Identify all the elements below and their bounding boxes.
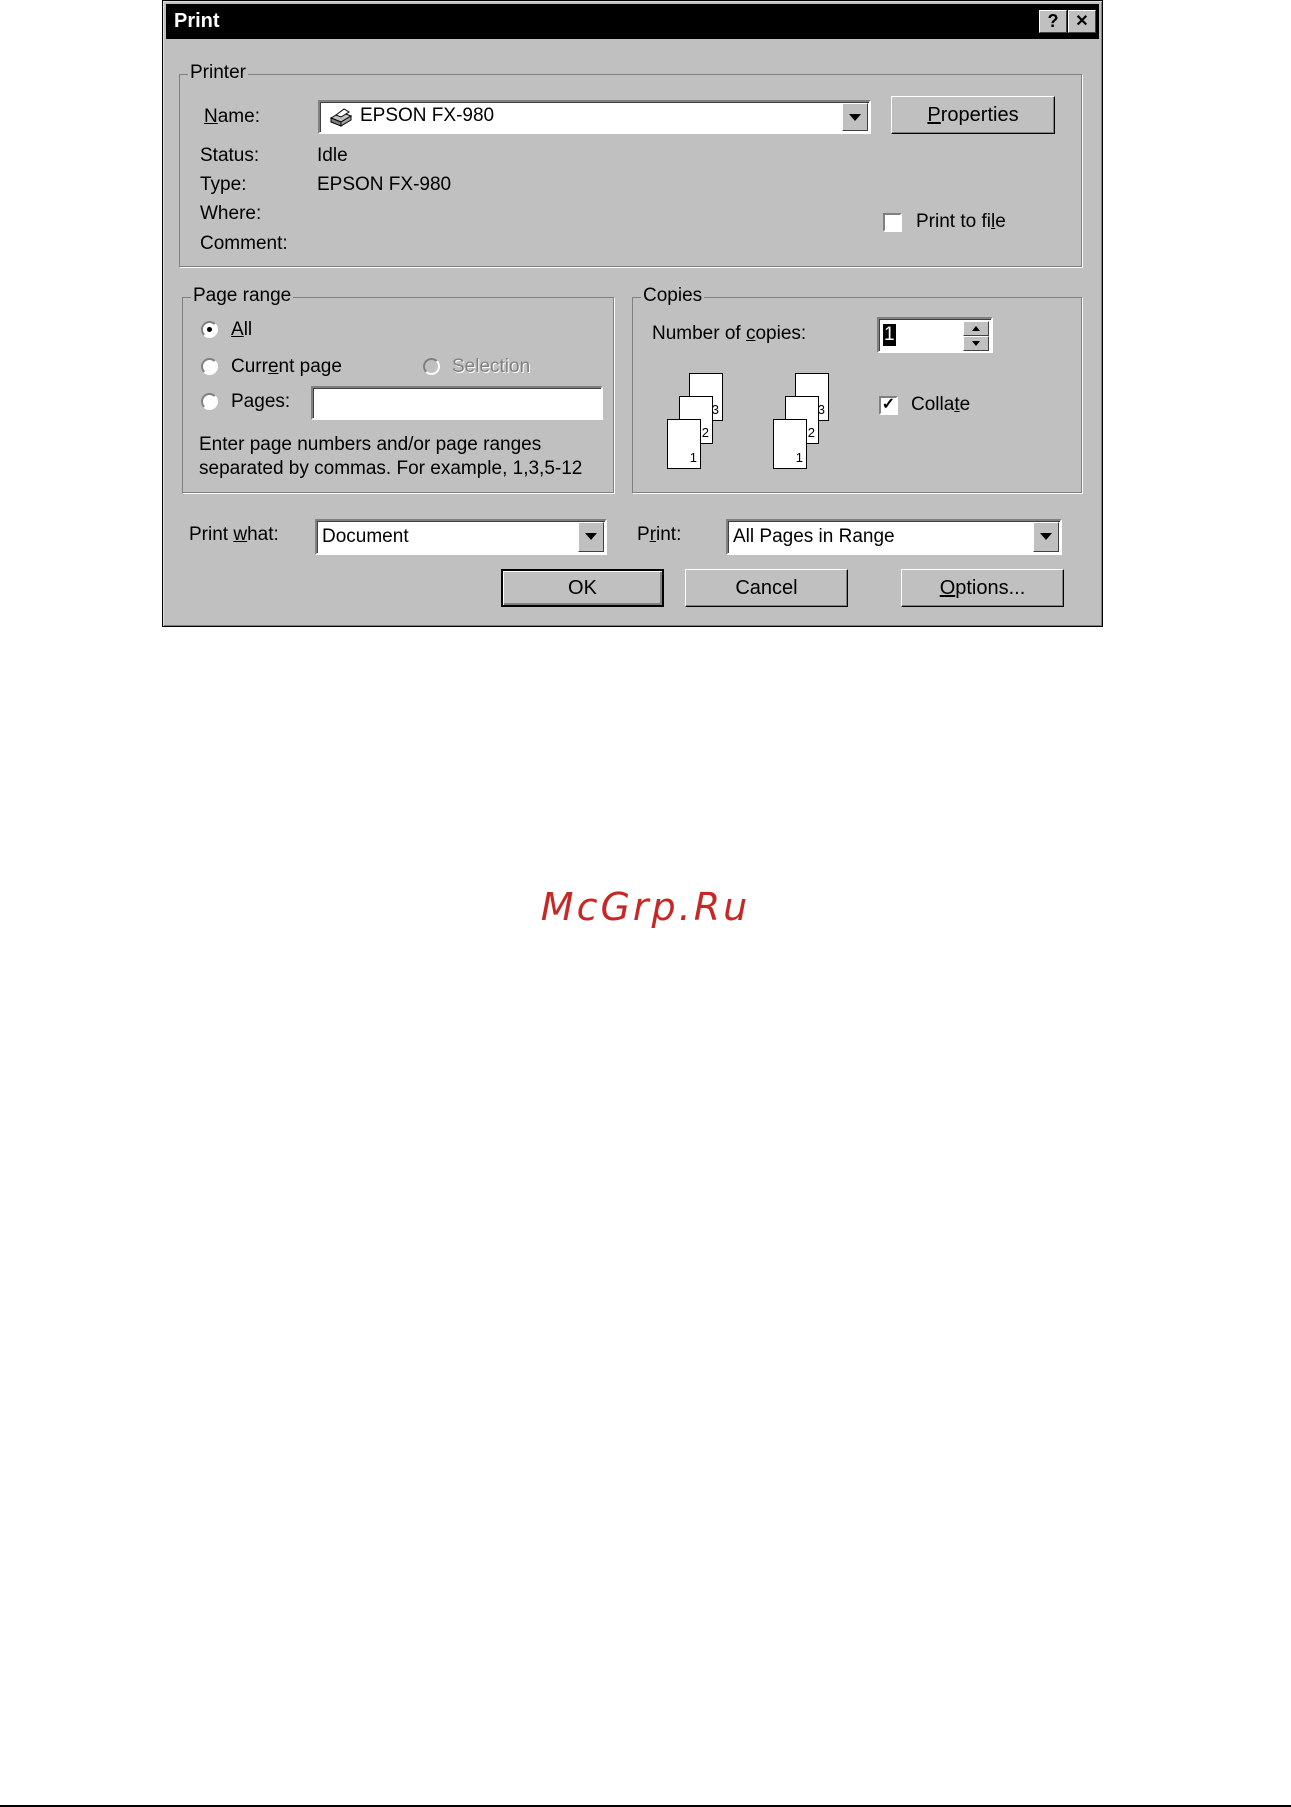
- current-page-radio[interactable]: [201, 358, 218, 375]
- all-label[interactable]: All: [231, 319, 252, 341]
- copies-input-value: 1: [883, 324, 896, 346]
- spin-up-icon[interactable]: [963, 321, 989, 336]
- print-value: All Pages in Range: [733, 526, 895, 547]
- print-what-value: Document: [322, 526, 409, 547]
- copies-input[interactable]: 1: [877, 317, 993, 353]
- page-range-group-label: Page range: [191, 285, 294, 307]
- collate-checkbox[interactable]: ✓: [879, 396, 898, 415]
- selection-radio[interactable]: [423, 358, 440, 375]
- status-label: Status:: [200, 145, 260, 166]
- printer-name-dropdown-icon[interactable]: [842, 103, 868, 131]
- current-page-label[interactable]: Current page: [231, 356, 342, 378]
- title-bar[interactable]: Print ? ✕: [166, 4, 1099, 39]
- pages-input[interactable]: [311, 386, 603, 420]
- copies-group-label: Copies: [641, 285, 705, 307]
- properties-button[interactable]: Properties: [891, 96, 1055, 134]
- number-of-copies-label: Number of copies:: [652, 323, 807, 344]
- watermark-text: McGrp.Ru: [540, 885, 751, 929]
- copies-spinner[interactable]: [963, 321, 989, 351]
- printer-group-label: Printer: [188, 62, 248, 84]
- printer-name-value: EPSON FX-980: [360, 105, 495, 126]
- cancel-button[interactable]: Cancel: [685, 569, 848, 607]
- where-label: Where:: [200, 203, 262, 224]
- name-label: Name:: [204, 106, 260, 127]
- print-what-select[interactable]: Document: [315, 519, 607, 555]
- pages-label[interactable]: Pages:: [231, 391, 290, 413]
- print-what-dropdown-icon[interactable]: [578, 522, 604, 552]
- page-range-hint-line2: separated by commas. For example, 1,3,5-…: [199, 458, 583, 479]
- close-button[interactable]: ✕: [1068, 10, 1096, 33]
- print-to-file-label[interactable]: Print to file: [916, 211, 1006, 233]
- type-value: EPSON FX-980: [317, 174, 452, 195]
- options-button[interactable]: Options...: [901, 569, 1064, 607]
- print-select[interactable]: All Pages in Range: [726, 519, 1062, 555]
- print-to-file-checkbox[interactable]: [883, 213, 902, 232]
- pages-radio[interactable]: [201, 393, 218, 410]
- selection-label: Selection: [452, 356, 531, 377]
- printer-name-select[interactable]: EPSON FX-980: [318, 100, 871, 134]
- ok-button[interactable]: OK: [501, 569, 664, 607]
- spin-down-icon[interactable]: [963, 336, 989, 351]
- type-label: Type:: [200, 174, 247, 195]
- page-range-hint-line1: Enter page numbers and/or page ranges: [199, 434, 542, 455]
- status-value: Idle: [317, 145, 348, 166]
- print-dialog: Print ? ✕ Printer Name: EPSON FX-980 Pro…: [162, 0, 1103, 627]
- help-button[interactable]: ?: [1039, 10, 1067, 33]
- print-what-label: Print what:: [189, 524, 279, 545]
- comment-label: Comment:: [200, 233, 288, 254]
- printer-icon: [327, 106, 353, 127]
- print-dropdown-icon[interactable]: [1033, 522, 1059, 552]
- collated-pages-icon: 3 2 1: [759, 371, 849, 471]
- print-label: Print:: [637, 524, 682, 545]
- collate-label[interactable]: Collate: [911, 394, 970, 416]
- dialog-title: Print: [174, 10, 220, 32]
- uncollated-pages-icon: 3 2 1: [653, 371, 743, 471]
- all-radio[interactable]: [201, 321, 218, 338]
